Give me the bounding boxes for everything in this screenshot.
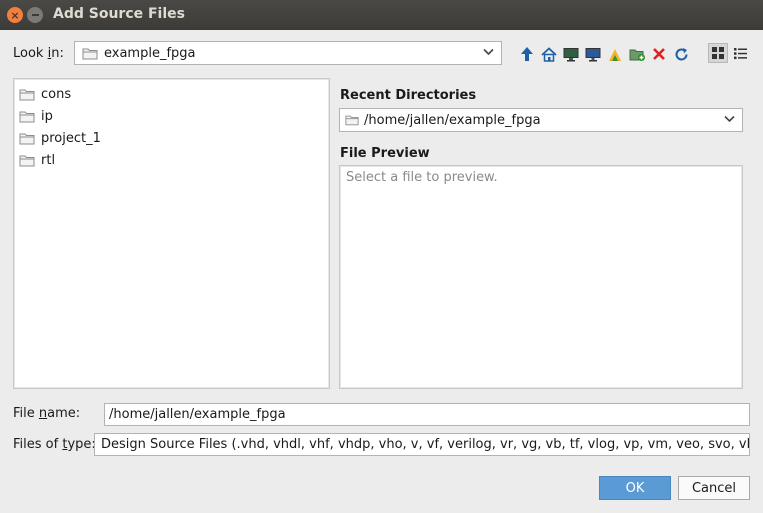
folder-icon (19, 155, 35, 166)
file-list[interactable]: cons ip project_1 rtl (13, 78, 330, 389)
list-view-icon[interactable] (730, 43, 750, 63)
recent-directories-heading: Recent Directories (340, 88, 477, 103)
title-bar: × Add Source Files (0, 0, 763, 30)
minimize-window-button[interactable] (27, 7, 43, 23)
file-name-label: rtl (41, 152, 56, 168)
navigation-toolbar (516, 44, 692, 64)
look-in-label: Look in: (13, 46, 64, 61)
folder-icon (19, 133, 35, 144)
file-preview-panel: Select a file to preview. (339, 165, 743, 389)
file-preview-placeholder: Select a file to preview. (346, 170, 498, 185)
chevron-down-icon[interactable] (724, 113, 735, 126)
file-name-label: ip (41, 108, 53, 124)
window-title: Add Source Files (53, 6, 185, 22)
files-of-type-label: Files of type: (13, 437, 96, 452)
close-window-button[interactable]: × (7, 7, 23, 23)
recent-directory-value: /home/jallen/example_fpga (364, 112, 541, 128)
icons-view-icon[interactable] (708, 43, 728, 63)
file-name-label: cons (41, 86, 72, 102)
list-item[interactable]: project_1 (14, 127, 329, 149)
file-preview-heading: File Preview (340, 146, 430, 161)
home-icon[interactable] (538, 44, 560, 64)
recent-directories-combo[interactable]: /home/jallen/example_fpga (339, 108, 743, 132)
ok-button[interactable]: OK (599, 476, 671, 500)
folder-icon (82, 48, 98, 59)
folder-icon (345, 115, 359, 126)
desktop-icon[interactable] (560, 44, 582, 64)
folder-icon (19, 89, 35, 100)
cancel-button[interactable]: Cancel (678, 476, 750, 500)
chevron-down-icon[interactable] (483, 46, 494, 59)
list-item[interactable]: ip (14, 105, 329, 127)
look-in-combo[interactable]: example_fpga (74, 41, 502, 65)
files-of-type-combo[interactable]: Design Source Files (.vhd, vhdl, vhf, vh… (94, 433, 750, 456)
list-item[interactable]: cons (14, 83, 329, 105)
delete-icon[interactable] (648, 44, 670, 64)
computer-icon[interactable] (582, 44, 604, 64)
view-mode-toggle (708, 43, 750, 63)
file-name-label: File name: (13, 406, 81, 421)
refresh-icon[interactable] (670, 44, 692, 64)
look-in-value: example_fpga (104, 45, 196, 61)
vivado-icon[interactable] (604, 44, 626, 64)
file-name-field[interactable]: /home/jallen/example_fpga (104, 403, 750, 426)
up-folder-icon[interactable] (516, 44, 538, 64)
list-item[interactable]: rtl (14, 149, 329, 171)
file-name-label: project_1 (41, 130, 101, 146)
new-folder-icon[interactable] (626, 44, 648, 64)
folder-icon (19, 111, 35, 122)
